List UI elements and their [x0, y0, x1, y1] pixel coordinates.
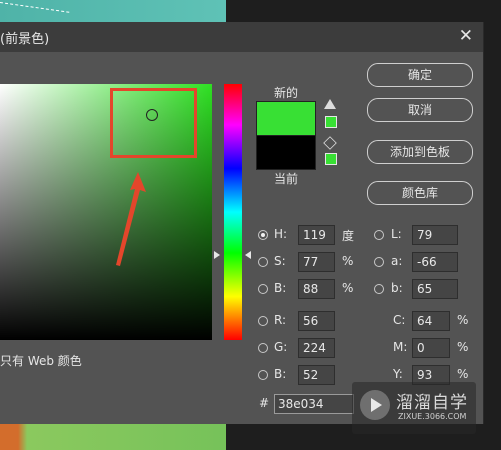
- annotation-highlight-box: [110, 88, 197, 158]
- web-safe-cube-icon[interactable]: [323, 136, 337, 150]
- l-field[interactable]: 79: [412, 225, 458, 245]
- l-radio[interactable]: [374, 230, 384, 240]
- current-color-swatch[interactable]: [256, 135, 316, 170]
- s-radio[interactable]: [258, 257, 268, 267]
- m-label: M:: [393, 340, 408, 354]
- color-libraries-button[interactable]: 颜色库: [367, 181, 473, 205]
- brightness-field[interactable]: 88: [298, 279, 335, 299]
- web-only-label: 只有 Web 颜色: [0, 354, 82, 368]
- brightness-radio[interactable]: [258, 284, 268, 294]
- gamut-color-swatch[interactable]: [325, 116, 337, 128]
- s-unit: %: [342, 254, 354, 268]
- lab-b-field[interactable]: 65: [412, 279, 458, 299]
- new-color-label: 新的: [274, 86, 299, 100]
- annotation-arrow-icon: [116, 172, 146, 266]
- a-radio[interactable]: [374, 257, 384, 267]
- a-field[interactable]: -66: [412, 252, 458, 272]
- r-field[interactable]: 56: [298, 311, 335, 331]
- out-of-gamut-warning-icon[interactable]: [324, 99, 336, 109]
- l-label: L:: [391, 227, 402, 241]
- h-label: H:: [274, 227, 288, 241]
- web-safe-color-swatch[interactable]: [325, 153, 337, 165]
- g-radio[interactable]: [258, 343, 268, 353]
- hue-slider-right-handle[interactable]: [245, 251, 251, 259]
- current-color-label: 当前: [274, 172, 299, 186]
- blue-radio[interactable]: [258, 370, 268, 380]
- c-unit: %: [457, 313, 469, 327]
- h-radio[interactable]: [258, 230, 268, 240]
- lab-b-label: b:: [391, 281, 403, 295]
- brightness-label: B:: [274, 281, 287, 295]
- g-label: G:: [274, 340, 288, 354]
- dialog-title: (前景色): [0, 32, 50, 47]
- h-field[interactable]: 119: [298, 225, 335, 245]
- ok-button[interactable]: 确定: [367, 63, 473, 87]
- cancel-button[interactable]: 取消: [367, 98, 473, 122]
- background-image-bottom: [0, 424, 226, 450]
- c-field[interactable]: 64: [412, 311, 450, 331]
- watermark-url: ZIXUE.3066.COM: [398, 412, 467, 421]
- watermark-brand: 溜溜自学: [396, 393, 468, 413]
- r-radio[interactable]: [258, 316, 268, 326]
- brightness-unit: %: [342, 281, 354, 295]
- blue-field[interactable]: 52: [298, 365, 335, 385]
- y-unit: %: [457, 367, 469, 381]
- s-field[interactable]: 77: [298, 252, 335, 272]
- play-icon: [371, 398, 382, 412]
- add-to-swatches-button[interactable]: 添加到色板: [367, 140, 473, 164]
- hex-field[interactable]: 38e034: [274, 394, 354, 414]
- s-label: S:: [274, 254, 286, 268]
- new-color-swatch[interactable]: [256, 101, 316, 137]
- h-unit: 度: [342, 229, 355, 243]
- close-icon[interactable]: ✕: [459, 26, 473, 46]
- lab-b-radio[interactable]: [374, 284, 384, 294]
- m-unit: %: [457, 340, 469, 354]
- blue-label: B:: [274, 367, 287, 381]
- r-label: R:: [274, 313, 287, 327]
- c-label: C:: [393, 313, 406, 327]
- titlebar: (前景色) ✕: [0, 22, 483, 52]
- m-field[interactable]: 0: [412, 338, 450, 358]
- watermark: 溜溜自学 ZIXUE.3066.COM: [352, 382, 476, 434]
- a-label: a:: [391, 254, 403, 268]
- hex-label: #: [259, 396, 270, 410]
- hue-slider[interactable]: [224, 84, 242, 340]
- color-picker-dialog: (前景色) ✕ 新的 当前 确定 取消 添加到色板 颜色库 H: 119 度 S…: [0, 22, 484, 434]
- hue-slider-left-handle[interactable]: [214, 251, 220, 259]
- y-label: Y:: [393, 367, 403, 381]
- g-field[interactable]: 224: [298, 338, 335, 358]
